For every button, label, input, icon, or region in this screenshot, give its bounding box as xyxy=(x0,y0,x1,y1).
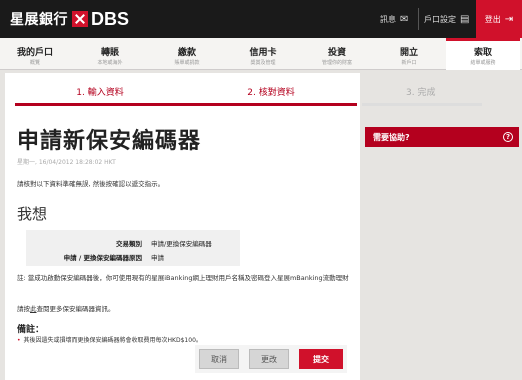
nav-request[interactable]: 索取 結單或服務 xyxy=(446,38,520,70)
more-suffix: 查閱更多保安編碼器資訊。 xyxy=(36,305,115,313)
nav-sublabel: 概覽 xyxy=(29,60,40,66)
progress-steps: 1. 輸入資料 2. 核對資料 xyxy=(5,80,360,106)
logo-english-name: DBS xyxy=(91,8,130,29)
nav-label: 轉賬 xyxy=(100,48,119,58)
main-nav: 我的戶口 概覽 轉賬 本地或海外 繳款 賬單或捐款 信用卡 獎賞及管理 投資 管… xyxy=(0,38,522,70)
messages-link[interactable]: 訊息 ✉ xyxy=(380,0,408,38)
nav-credit-card[interactable]: 信用卡 獎賞及管理 xyxy=(226,38,300,70)
settings-label: 戶口設定 xyxy=(424,14,456,24)
remark-item: • 其後因遺失或損壞而更換保安編碼器將會收取費用每次HKD$100。 xyxy=(17,335,202,344)
detail-value: 申請/更換保安編碼器 xyxy=(151,240,212,248)
remark-text: 其後因遺失或損壞而更換保安編碼器將會收取費用每次HKD$100。 xyxy=(23,337,202,344)
user-icon: ▤ xyxy=(460,13,470,25)
logout-button[interactable]: 登出 ⇥ xyxy=(476,0,522,38)
detail-value: 申請 xyxy=(151,254,164,262)
nav-sublabel: 管理你的財富 xyxy=(321,60,352,66)
more-prefix: 請按 xyxy=(17,305,30,313)
nav-sublabel: 結單或服務 xyxy=(470,60,496,66)
logo-chinese-name: 星展銀行 xyxy=(10,12,68,28)
section-heading: 我想 xyxy=(17,205,48,223)
envelope-icon: ✉ xyxy=(400,13,409,25)
more-info-text: 請按此查閱更多保安編碼器資訊。 xyxy=(17,303,115,313)
nav-open-account[interactable]: 開立 新戶口 xyxy=(374,38,444,70)
nav-payment[interactable]: 繳款 賬單或捐款 xyxy=(150,38,224,70)
instruction-text: 請核對以下資料準確無誤, 然後按確認以遞交指示。 xyxy=(17,180,165,188)
nav-sublabel: 獎賞及管理 xyxy=(250,60,276,66)
page-title: 申請新保安編碼器 xyxy=(17,129,202,154)
nav-investment[interactable]: 投資 管理你的財富 xyxy=(302,38,372,70)
logout-label: 登出 xyxy=(484,14,501,24)
nav-label: 開立 xyxy=(399,48,418,58)
account-settings-link[interactable]: 戶口設定 ▤ xyxy=(424,0,469,38)
timestamp: 星期一, 16/04/2012 18:28:02 HKT xyxy=(17,159,116,166)
nav-sublabel: 新戶口 xyxy=(401,60,417,66)
detail-key: 申請 / 更換保安編碼器原因 xyxy=(63,254,142,262)
step-verify: 2. 核對資料 xyxy=(185,80,357,106)
nav-sublabel: 本地或海外 xyxy=(97,60,123,66)
divider xyxy=(418,8,419,30)
submit-button[interactable]: 提交 xyxy=(299,349,343,369)
cancel-button[interactable]: 取消 xyxy=(199,349,239,369)
nav-label: 信用卡 xyxy=(249,48,277,58)
modify-button[interactable]: 更改 xyxy=(249,349,289,369)
step-complete: 3. 完成 xyxy=(362,80,482,106)
logout-icon: ⇥ xyxy=(504,13,514,25)
dbs-x-icon xyxy=(72,11,88,27)
nav-label: 索取 xyxy=(473,48,492,58)
details-box: 交易類別 申請/更換保安編碼器 申請 / 更換保安編碼器原因 申請 xyxy=(26,230,240,266)
help-panel-header[interactable]: 需要協助? ? xyxy=(365,127,519,147)
nav-label: 投資 xyxy=(327,48,346,58)
messages-label: 訊息 xyxy=(380,14,396,24)
step-input: 1. 輸入資料 xyxy=(15,80,185,106)
bullet-icon: • xyxy=(17,337,21,344)
nav-my-account[interactable]: 我的戶口 概覽 xyxy=(0,38,70,70)
nav-label: 繳款 xyxy=(177,48,196,58)
detail-key: 交易類別 xyxy=(116,240,142,248)
question-icon[interactable]: ? xyxy=(503,132,513,142)
note-text: 註: 當成功啟動保安編碼器後，你可使用現有的星展iBanking網上理財用戶名稱… xyxy=(17,274,349,282)
nav-transfer[interactable]: 轉賬 本地或海外 xyxy=(72,38,148,70)
help-label: 需要協助? xyxy=(373,132,410,142)
nav-sublabel: 賬單或捐款 xyxy=(174,60,200,66)
content-panel: 1. 輸入資料 2. 核對資料 申請新保安編碼器 星期一, 16/04/2012… xyxy=(5,73,360,380)
action-bar: 取消 更改 提交 xyxy=(195,345,347,373)
remarks-heading: 備註： xyxy=(17,325,45,335)
top-bar: 星展銀行 DBS 訊息 ✉ 戶口設定 ▤ 登出 ⇥ xyxy=(0,0,522,38)
nav-label: 我的戶口 xyxy=(16,48,53,58)
dbs-logo[interactable]: 星展銀行 DBS xyxy=(10,8,129,30)
